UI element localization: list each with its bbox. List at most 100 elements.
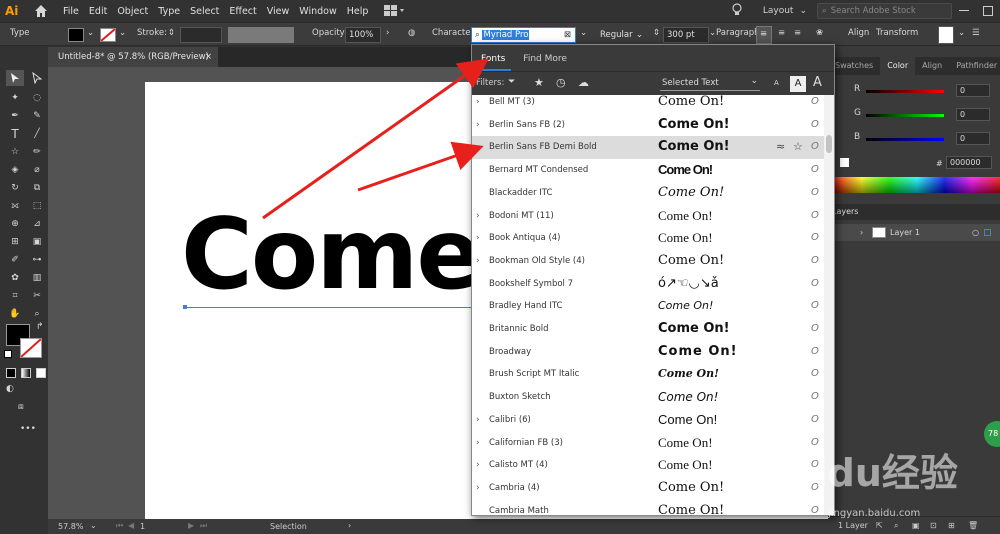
tab-swatches[interactable]: Swatches [828, 57, 880, 75]
draw-mode-icon[interactable]: ◐ [6, 384, 14, 394]
stroke-color-box[interactable] [20, 338, 42, 358]
font-row[interactable]: Bradley Hand ITC Come On! O [472, 295, 824, 318]
filter-icon[interactable]: ⏷ [508, 77, 515, 87]
font-family-input[interactable]: ⌕ Myriad Pro ⊠ [471, 27, 576, 43]
font-row[interactable]: › Calibri (6) Come On! O [472, 409, 824, 432]
red-slider[interactable]: R 0 [836, 84, 996, 98]
more-options-icon[interactable]: ☰ [972, 28, 980, 38]
chevron-down-icon[interactable]: ⌄ [580, 28, 587, 38]
width-tool-icon[interactable]: ⟗ [6, 198, 24, 214]
font-row[interactable]: Britannic Bold Come On! O [472, 318, 824, 341]
blue-slider[interactable]: B 0 [836, 132, 996, 146]
font-row[interactable]: Brush Script MT Italic Come On! O [472, 363, 824, 386]
swap-fill-stroke-icon[interactable]: ↱ [36, 322, 44, 332]
font-style-dropdown[interactable]: Regular ⌄ [596, 27, 646, 43]
medium-sample-size-button[interactable]: A [790, 76, 806, 92]
menu-select[interactable]: Select [190, 6, 219, 17]
font-row[interactable]: › Bodoni MT (11) Come On! O [472, 205, 824, 228]
pencil-tool-icon[interactable]: ✏ [28, 144, 46, 160]
recent-clock-icon[interactable]: ◷ [556, 76, 566, 89]
font-row[interactable]: › Bell MT (3) Come On! O [472, 95, 824, 114]
chevron-right-icon[interactable]: › [476, 454, 480, 476]
star-icon[interactable]: ★ [534, 76, 544, 89]
minimize-button[interactable] [952, 0, 976, 22]
menu-object[interactable]: Object [117, 6, 148, 17]
stock-search-input[interactable]: ⌕ Search Adobe Stock [817, 3, 952, 19]
shape-builder-icon[interactable]: ⊕ [6, 216, 24, 232]
next-artboard-icon[interactable]: ▶ [188, 521, 194, 530]
last-artboard-icon[interactable]: ⏭ [200, 521, 207, 531]
tab-color[interactable]: Color [880, 57, 916, 75]
chevron-right-icon[interactable]: › [386, 28, 389, 38]
align-center-button[interactable]: ≡ [778, 28, 785, 38]
gradient-tool-icon[interactable]: ▣ [28, 234, 46, 250]
large-sample-size-button[interactable]: A [813, 75, 822, 90]
hex-value[interactable]: 000000 [946, 156, 992, 169]
chevron-right-icon[interactable]: › [476, 227, 480, 249]
chevron-right-icon[interactable]: › [476, 250, 480, 272]
scroll-thumb[interactable] [826, 135, 832, 153]
sample-text-dropdown[interactable]: Selected Text ⌄ [660, 76, 760, 91]
target-icon[interactable]: ○ [972, 224, 979, 241]
tab-find-more[interactable]: Find More [514, 54, 576, 71]
chevron-down-icon[interactable]: ⌄ [87, 28, 94, 38]
none-mode-icon[interactable] [36, 368, 46, 378]
color-spectrum[interactable] [834, 177, 1000, 193]
chevron-down-icon[interactable]: ⌄ [958, 28, 965, 38]
gradient-mode-icon[interactable] [21, 368, 31, 378]
zoom-level[interactable]: 57.8% [58, 522, 83, 531]
red-track[interactable] [866, 90, 944, 93]
rotate-tool-icon[interactable]: ↻ [6, 180, 24, 196]
green-slider[interactable]: G 0 [836, 108, 996, 122]
previous-artboard-icon[interactable]: ◀ [128, 521, 134, 530]
layer-row[interactable]: › Layer 1 ○ [828, 224, 1000, 241]
favorite-star-icon[interactable]: ☆ [793, 136, 803, 158]
chevron-right-icon[interactable]: › [348, 521, 351, 530]
menu-effect[interactable]: Effect [229, 6, 256, 17]
workspace-dropdown[interactable]: Layout ⌄ [763, 6, 807, 16]
menu-window[interactable]: Window [299, 6, 336, 17]
align-right-button[interactable]: ≡ [794, 28, 801, 38]
chevron-down-icon[interactable]: ⌄ [90, 521, 97, 530]
blend-tool-icon[interactable]: ⊶ [28, 252, 46, 268]
first-artboard-icon[interactable]: ⏮ [116, 521, 123, 531]
green-track[interactable] [866, 114, 944, 117]
font-row[interactable]: › Bookman Old Style (4) Come On! O [472, 250, 824, 273]
chevron-right-icon[interactable]: › [476, 95, 480, 113]
tab-layers[interactable]: Layers [832, 207, 858, 216]
stroke-stepper-icon[interactable]: ⇕ [168, 28, 175, 38]
blue-track[interactable] [866, 138, 944, 141]
blue-value[interactable]: 0 [956, 132, 990, 145]
lasso-icon[interactable]: ◌ [28, 90, 46, 106]
document-tab[interactable]: Untitled-8* @ 57.8% (RGB/Preview) × [48, 47, 218, 67]
menu-help[interactable]: Help [347, 6, 369, 17]
stroke-weight-field[interactable] [180, 27, 222, 43]
artboard-number[interactable]: 1 [140, 522, 145, 531]
font-row[interactable]: › Book Antiqua (4) Come On! O [472, 227, 824, 250]
chevron-down-icon[interactable]: ⌄ [119, 28, 126, 38]
opacity-field[interactable]: 100% [345, 27, 381, 43]
direct-selection-tool-icon[interactable] [28, 70, 46, 86]
tab-pathfinder[interactable]: Pathfinder [949, 57, 1000, 75]
white-swatch[interactable] [840, 158, 849, 167]
similar-fonts-icon[interactable]: ≈ [776, 136, 785, 158]
isolate-group-icon[interactable] [938, 26, 954, 44]
arrange-documents-icon[interactable] [384, 5, 406, 17]
chevron-right-icon[interactable]: › [476, 205, 480, 227]
type-tool-icon[interactable]: T [6, 126, 24, 142]
scale-tool-icon[interactable]: ⧉ [28, 180, 46, 196]
font-row[interactable]: Bookshelf Symbol 7 ό↗☜◡↘ǎ O [472, 273, 824, 296]
tab-fonts[interactable]: Fonts [472, 54, 514, 71]
transform-panel-link[interactable]: Transform [876, 28, 918, 38]
default-colors-icon[interactable] [4, 350, 12, 358]
small-sample-size-button[interactable]: A [774, 79, 779, 87]
selection-tool-icon[interactable] [6, 70, 24, 86]
menu-file[interactable]: File [63, 6, 79, 17]
chevron-right-icon[interactable]: › [860, 224, 863, 241]
mesh-tool-icon[interactable]: ⊞ [6, 234, 24, 250]
chevron-right-icon[interactable]: › [476, 409, 480, 431]
font-size-field[interactable]: 300 pt [663, 27, 709, 43]
column-graph-icon[interactable]: ▥ [28, 270, 46, 286]
curvature-tool-icon[interactable]: ✎ [28, 108, 46, 124]
size-stepper-icon[interactable]: ⇕ [653, 28, 660, 38]
